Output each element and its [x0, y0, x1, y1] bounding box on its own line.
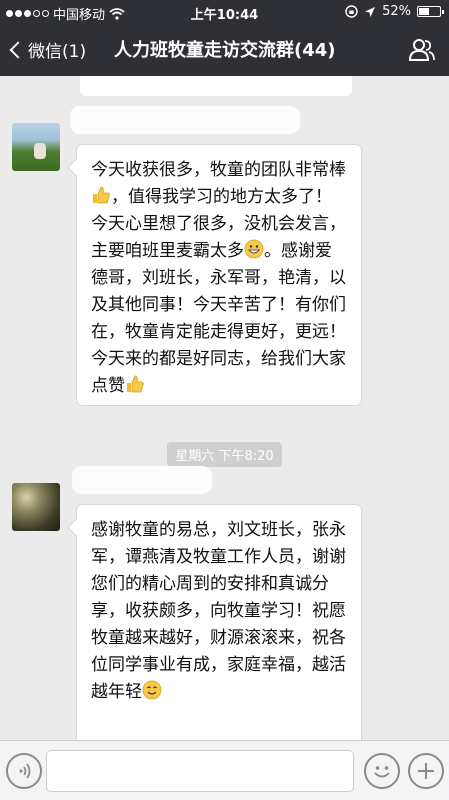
chat-title: 人力班牧童走访交流群(44) — [114, 40, 336, 61]
avatar[interactable] — [12, 483, 60, 531]
input-bar — [0, 740, 449, 800]
battery-percent: 52% — [382, 4, 411, 19]
grin-emoji — [244, 239, 264, 259]
message-bubble[interactable]: 今天收获很多，牧童的团队非常棒，值得我学习的地方太多了！今天心里想了很多，没机会… — [76, 144, 362, 406]
emoji-icon — [374, 766, 390, 778]
timestamp-label: 星期六 下午8:20 — [167, 442, 282, 467]
sender-name — [70, 106, 300, 134]
plus-icon — [418, 763, 434, 779]
emoji-button[interactable] — [364, 753, 400, 789]
back-label: 微信(1) — [28, 42, 87, 62]
back-button[interactable]: 微信(1) — [8, 37, 86, 62]
battery-icon — [417, 6, 444, 17]
message-text: 今天收获很多，牧童的团队非常棒 — [91, 160, 346, 180]
people-icon[interactable] — [409, 38, 435, 62]
chevron-left-icon — [9, 41, 27, 58]
status-right: 52% — [345, 4, 444, 19]
location-icon — [365, 6, 376, 17]
more-button[interactable] — [408, 753, 444, 789]
message-bubble[interactable]: 感谢牧童的易总，刘文班长，张永军，谭燕清及牧童工作人员，谢谢您们的精心周到的安排… — [76, 504, 362, 740]
timestamp: 星期六 下午8:20 — [0, 442, 449, 467]
nav-bar: 微信(1) 人力班牧童走访交流群(44) — [0, 24, 449, 76]
lock-rotation-icon — [345, 5, 358, 18]
voice-button[interactable] — [6, 753, 42, 789]
thumbs-up-emoji — [127, 375, 144, 393]
chat-area[interactable]: 今天收获很多，牧童的团队非常棒，值得我学习的地方太多了！今天心里想了很多，没机会… — [0, 76, 449, 740]
sender-name — [72, 466, 212, 494]
thumbs-up-emoji — [93, 186, 110, 204]
smile-emoji — [142, 680, 162, 700]
message-input[interactable] — [46, 750, 354, 792]
message-text: 。感谢爱德哥，刘班长，永军哥，艳清，以及其他同事！今天辛苦了！有你们在，牧童肯定… — [91, 241, 346, 396]
status-bar: 中国移动 上午10:44 52% — [0, 0, 449, 24]
voice-icon — [19, 763, 31, 779]
message-text: 感谢牧童的易总，刘文班长，张永军，谭燕清及牧童工作人员，谢谢您们的精心周到的安排… — [91, 520, 346, 702]
previous-message-bubble — [80, 76, 352, 96]
avatar[interactable] — [12, 123, 60, 171]
